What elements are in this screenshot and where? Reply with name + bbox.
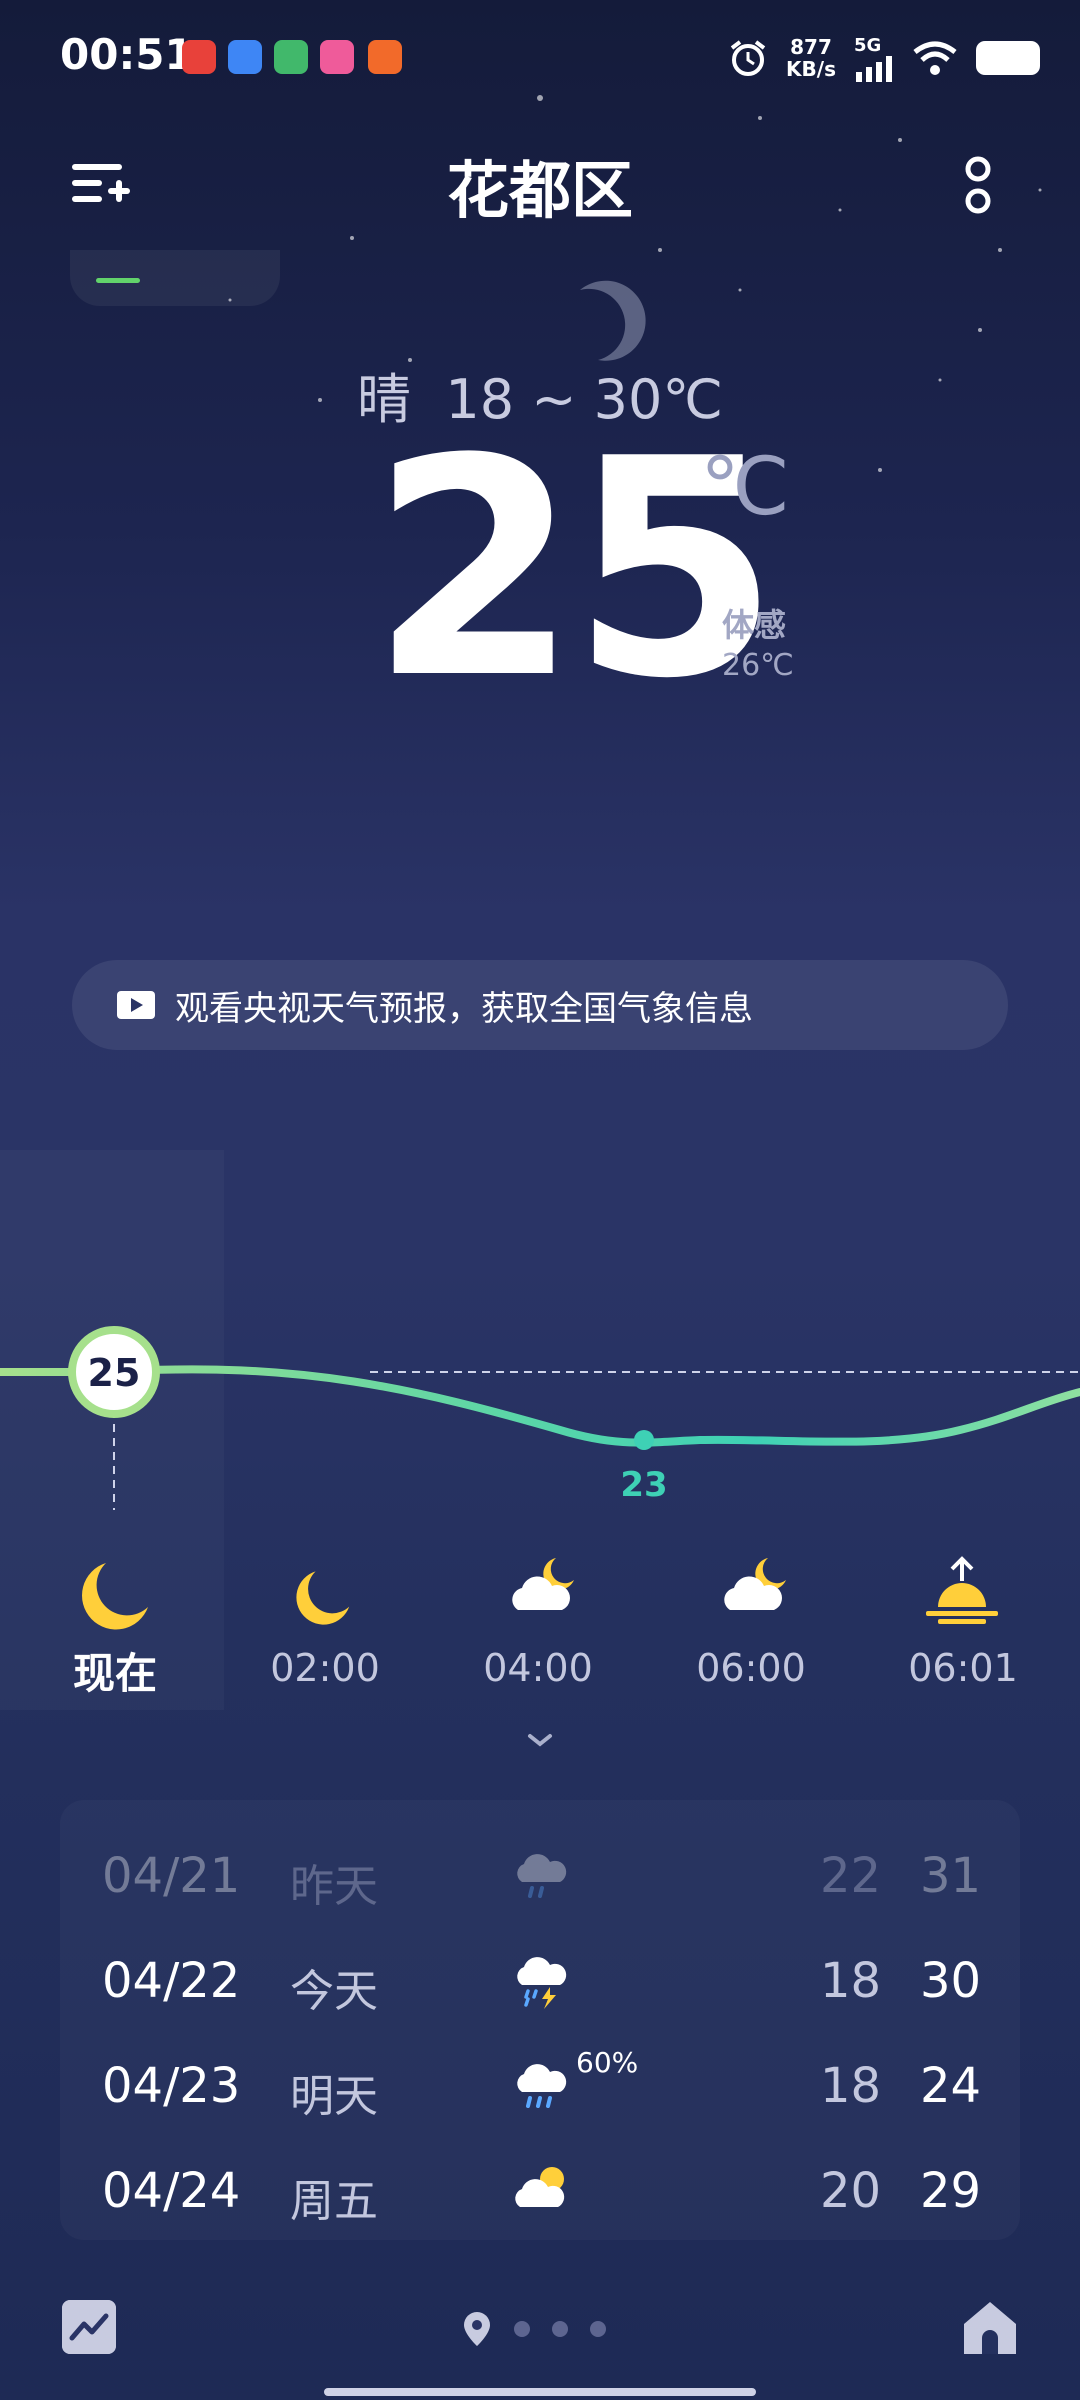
air-quality-pill[interactable] — [70, 250, 280, 306]
page-dot — [552, 2321, 568, 2337]
daily-low: 20 — [820, 2163, 882, 2219]
moon-icon — [296, 1571, 350, 1625]
battery-icon — [976, 41, 1040, 75]
aqi-bar — [96, 278, 140, 283]
daily-day: 昨天 — [290, 1861, 378, 1912]
browser-icon — [228, 40, 262, 74]
rain-cloud-icon — [517, 1854, 567, 1898]
location-pin-icon — [464, 2312, 490, 2346]
net-speed-unit: KB/s — [786, 57, 836, 81]
signal-group: 5G — [854, 35, 894, 82]
daily-low: 18 — [820, 1953, 882, 2009]
signal-icon — [856, 55, 892, 82]
daily-date: 04/22 — [102, 1953, 241, 2009]
daily-row[interactable]: 04/21 昨天 22 31 — [60, 1836, 1020, 1916]
video-icon — [274, 40, 308, 74]
toutiao-icon — [182, 40, 216, 74]
trend-chart-button[interactable] — [62, 2300, 116, 2354]
daily-precip: 60% — [576, 2046, 639, 2079]
rain-cloud-icon — [517, 2064, 567, 2108]
partly-cloudy-icon — [515, 2167, 565, 2207]
page-indicator[interactable] — [462, 2310, 606, 2348]
net-speed-value: 877 — [790, 35, 832, 59]
moon-icon — [82, 1563, 148, 1630]
play-video-icon — [117, 991, 155, 1019]
temp-unit: ℃ — [700, 440, 790, 533]
daily-row[interactable]: 04/22 今天 18 30 — [60, 1941, 1020, 2021]
feels-like-value: 26℃ — [722, 648, 794, 683]
daily-day: 今天 — [290, 1966, 378, 2017]
hour-label: 04:00 — [483, 1646, 593, 1690]
cctv-forecast-banner[interactable]: 观看央视天气预报，获取全国气象信息 — [72, 960, 1008, 1050]
daily-date: 04/23 — [102, 2058, 241, 2114]
daily-row[interactable]: 04/24 周五 20 29 — [60, 2151, 1020, 2231]
thunderstorm-icon — [517, 1957, 567, 2009]
cctv-banner-text: 观看央视天气预报，获取全国气象信息 — [175, 988, 753, 1029]
bilibili-icon — [320, 40, 354, 74]
daily-date: 04/21 — [102, 1848, 241, 1904]
hour-label: 02:00 — [270, 1646, 380, 1690]
hourly-temp-chart: 25 23 — [0, 1326, 1080, 1510]
hour-label: 06:00 — [696, 1646, 806, 1690]
hour-label: 06:01 — [908, 1646, 1018, 1690]
network-type: 5G — [854, 34, 882, 56]
sunrise-icon — [926, 1556, 998, 1624]
cloudy-night-icon — [512, 1558, 574, 1610]
city-title: 花都区 — [446, 154, 633, 227]
more-options-button[interactable] — [960, 155, 996, 219]
daily-row[interactable]: 04/23 明天 60% 18 24 — [60, 2046, 1020, 2126]
daily-low: 22 — [820, 1848, 882, 1904]
daily-day: 周五 — [290, 2176, 378, 2227]
temp-curve — [0, 1365, 1080, 1447]
min-temp-text: 23 — [620, 1465, 667, 1505]
home-icon[interactable] — [960, 2298, 1020, 2358]
daily-high: 30 — [920, 1953, 982, 2009]
chevron-down-icon[interactable] — [522, 1728, 558, 1752]
page-dot — [514, 2321, 530, 2337]
daily-high: 31 — [920, 1848, 982, 1904]
cloudy-night-icon — [724, 1558, 786, 1610]
daily-day: 明天 — [290, 2071, 378, 2122]
daily-high: 24 — [920, 2058, 982, 2114]
hour-now-label: 现在 — [72, 1649, 157, 1698]
feels-like-label: 体感 — [722, 606, 787, 644]
net-speed: 877 KB/s — [786, 36, 836, 80]
status-icons: 877 KB/s 5G — [728, 30, 1040, 86]
daily-forecast-list: 04/21 昨天 22 31 04/22 今天 18 30 04/23 明天 6… — [60, 1800, 1020, 2240]
gesture-bar[interactable] — [324, 2388, 756, 2396]
wifi-icon — [913, 41, 957, 75]
status-time: 00:51 — [60, 30, 194, 79]
min-temp-point — [634, 1430, 654, 1450]
now-temp-text: 25 — [88, 1351, 141, 1395]
alarm-icon — [730, 40, 766, 76]
page-dot — [590, 2321, 606, 2337]
daily-high: 29 — [920, 2163, 982, 2219]
camera-icon — [368, 40, 402, 74]
daily-low: 18 — [820, 2058, 882, 2114]
daily-date: 04/24 — [102, 2163, 241, 2219]
